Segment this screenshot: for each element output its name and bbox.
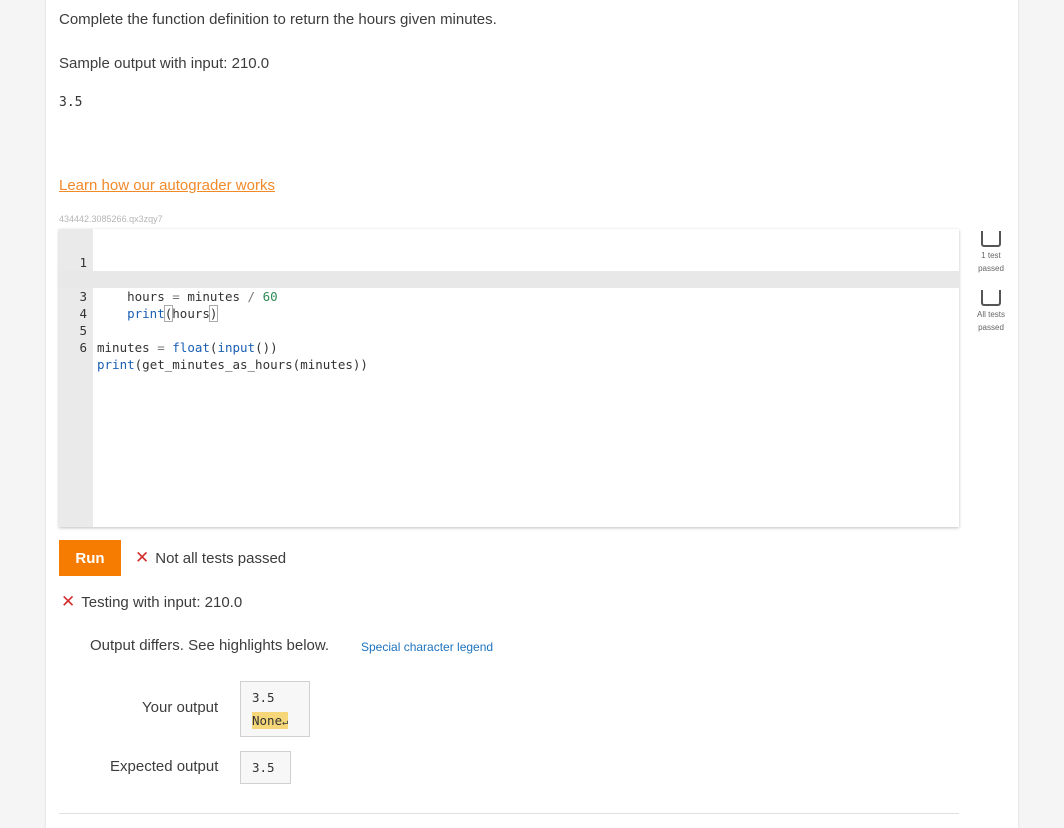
your-output-label: Your output [142, 699, 219, 716]
fail-x-icon: ✕ [61, 592, 76, 611]
run-status: ✕ Not all tests passed [135, 548, 286, 568]
code-line-2[interactable]: 2 hours = minutes / 60 [59, 254, 959, 304]
code-line-5[interactable]: 5 minutes = float(input()) [59, 305, 959, 355]
divider [59, 813, 959, 814]
code-line-4[interactable]: 4 [59, 288, 959, 321]
code-line-3[interactable]: 3 print(hours) [59, 271, 959, 322]
special-character-legend-link[interactable]: Special character legend [361, 640, 493, 654]
code-line-1[interactable]: 1 def get_minutes_as_hours(orig_minutes)… [59, 237, 959, 287]
lab-page: Complete the function definition to retu… [46, 0, 1018, 828]
your-output-line-1: 3.5 [252, 690, 275, 705]
code-text: print(get_minutes_as_hours(minutes)) [97, 357, 368, 372]
autograder-link[interactable]: Learn how our autograder works [59, 177, 275, 194]
prompt-text: Complete the function definition to retu… [59, 11, 497, 28]
test-status-icon [981, 231, 1001, 247]
test-label-1: 1 test passed [978, 251, 1004, 273]
status-text: Not all tests passed [155, 550, 287, 567]
expected-output-label: Expected output [110, 758, 219, 775]
your-output-line-2: None↵ [252, 712, 289, 729]
output-differs-text: Output differs. See highlights below. [90, 637, 330, 654]
test-label-2: All tests passed [976, 310, 1005, 332]
sample-output-value: 3.5 [59, 95, 83, 110]
testing-text: Testing with input: 210.0 [81, 594, 243, 611]
code-editor[interactable]: 1 def get_minutes_as_hours(orig_minutes)… [59, 229, 959, 527]
expected-output-box: 3.5 [240, 751, 291, 784]
test-indicator-1: 1 test passed [976, 231, 1006, 275]
run-button[interactable]: Run [59, 540, 121, 576]
newline-icon: ↵ [282, 717, 289, 728]
sample-output-label: Sample output with input: 210.0 [59, 55, 270, 72]
your-output-none: None [252, 713, 283, 728]
lab-id: 434442.3085266.qx3zqy7 [59, 214, 163, 224]
code-line-6[interactable]: 6 print(get_minutes_as_hours(minutes)) [59, 322, 959, 372]
fail-x-icon: ✕ [135, 548, 150, 567]
code-text: minutes = float(input()) [97, 340, 278, 355]
test-indicator-2: All tests passed [976, 290, 1006, 334]
test-case-header[interactable]: ✕ Testing with input: 210.0 [61, 592, 242, 612]
expected-output-value: 3.5 [252, 760, 275, 775]
line-number: 6 [79, 340, 87, 355]
your-output-box: 3.5 None↵ [240, 681, 310, 737]
test-status-icon [981, 290, 1001, 306]
